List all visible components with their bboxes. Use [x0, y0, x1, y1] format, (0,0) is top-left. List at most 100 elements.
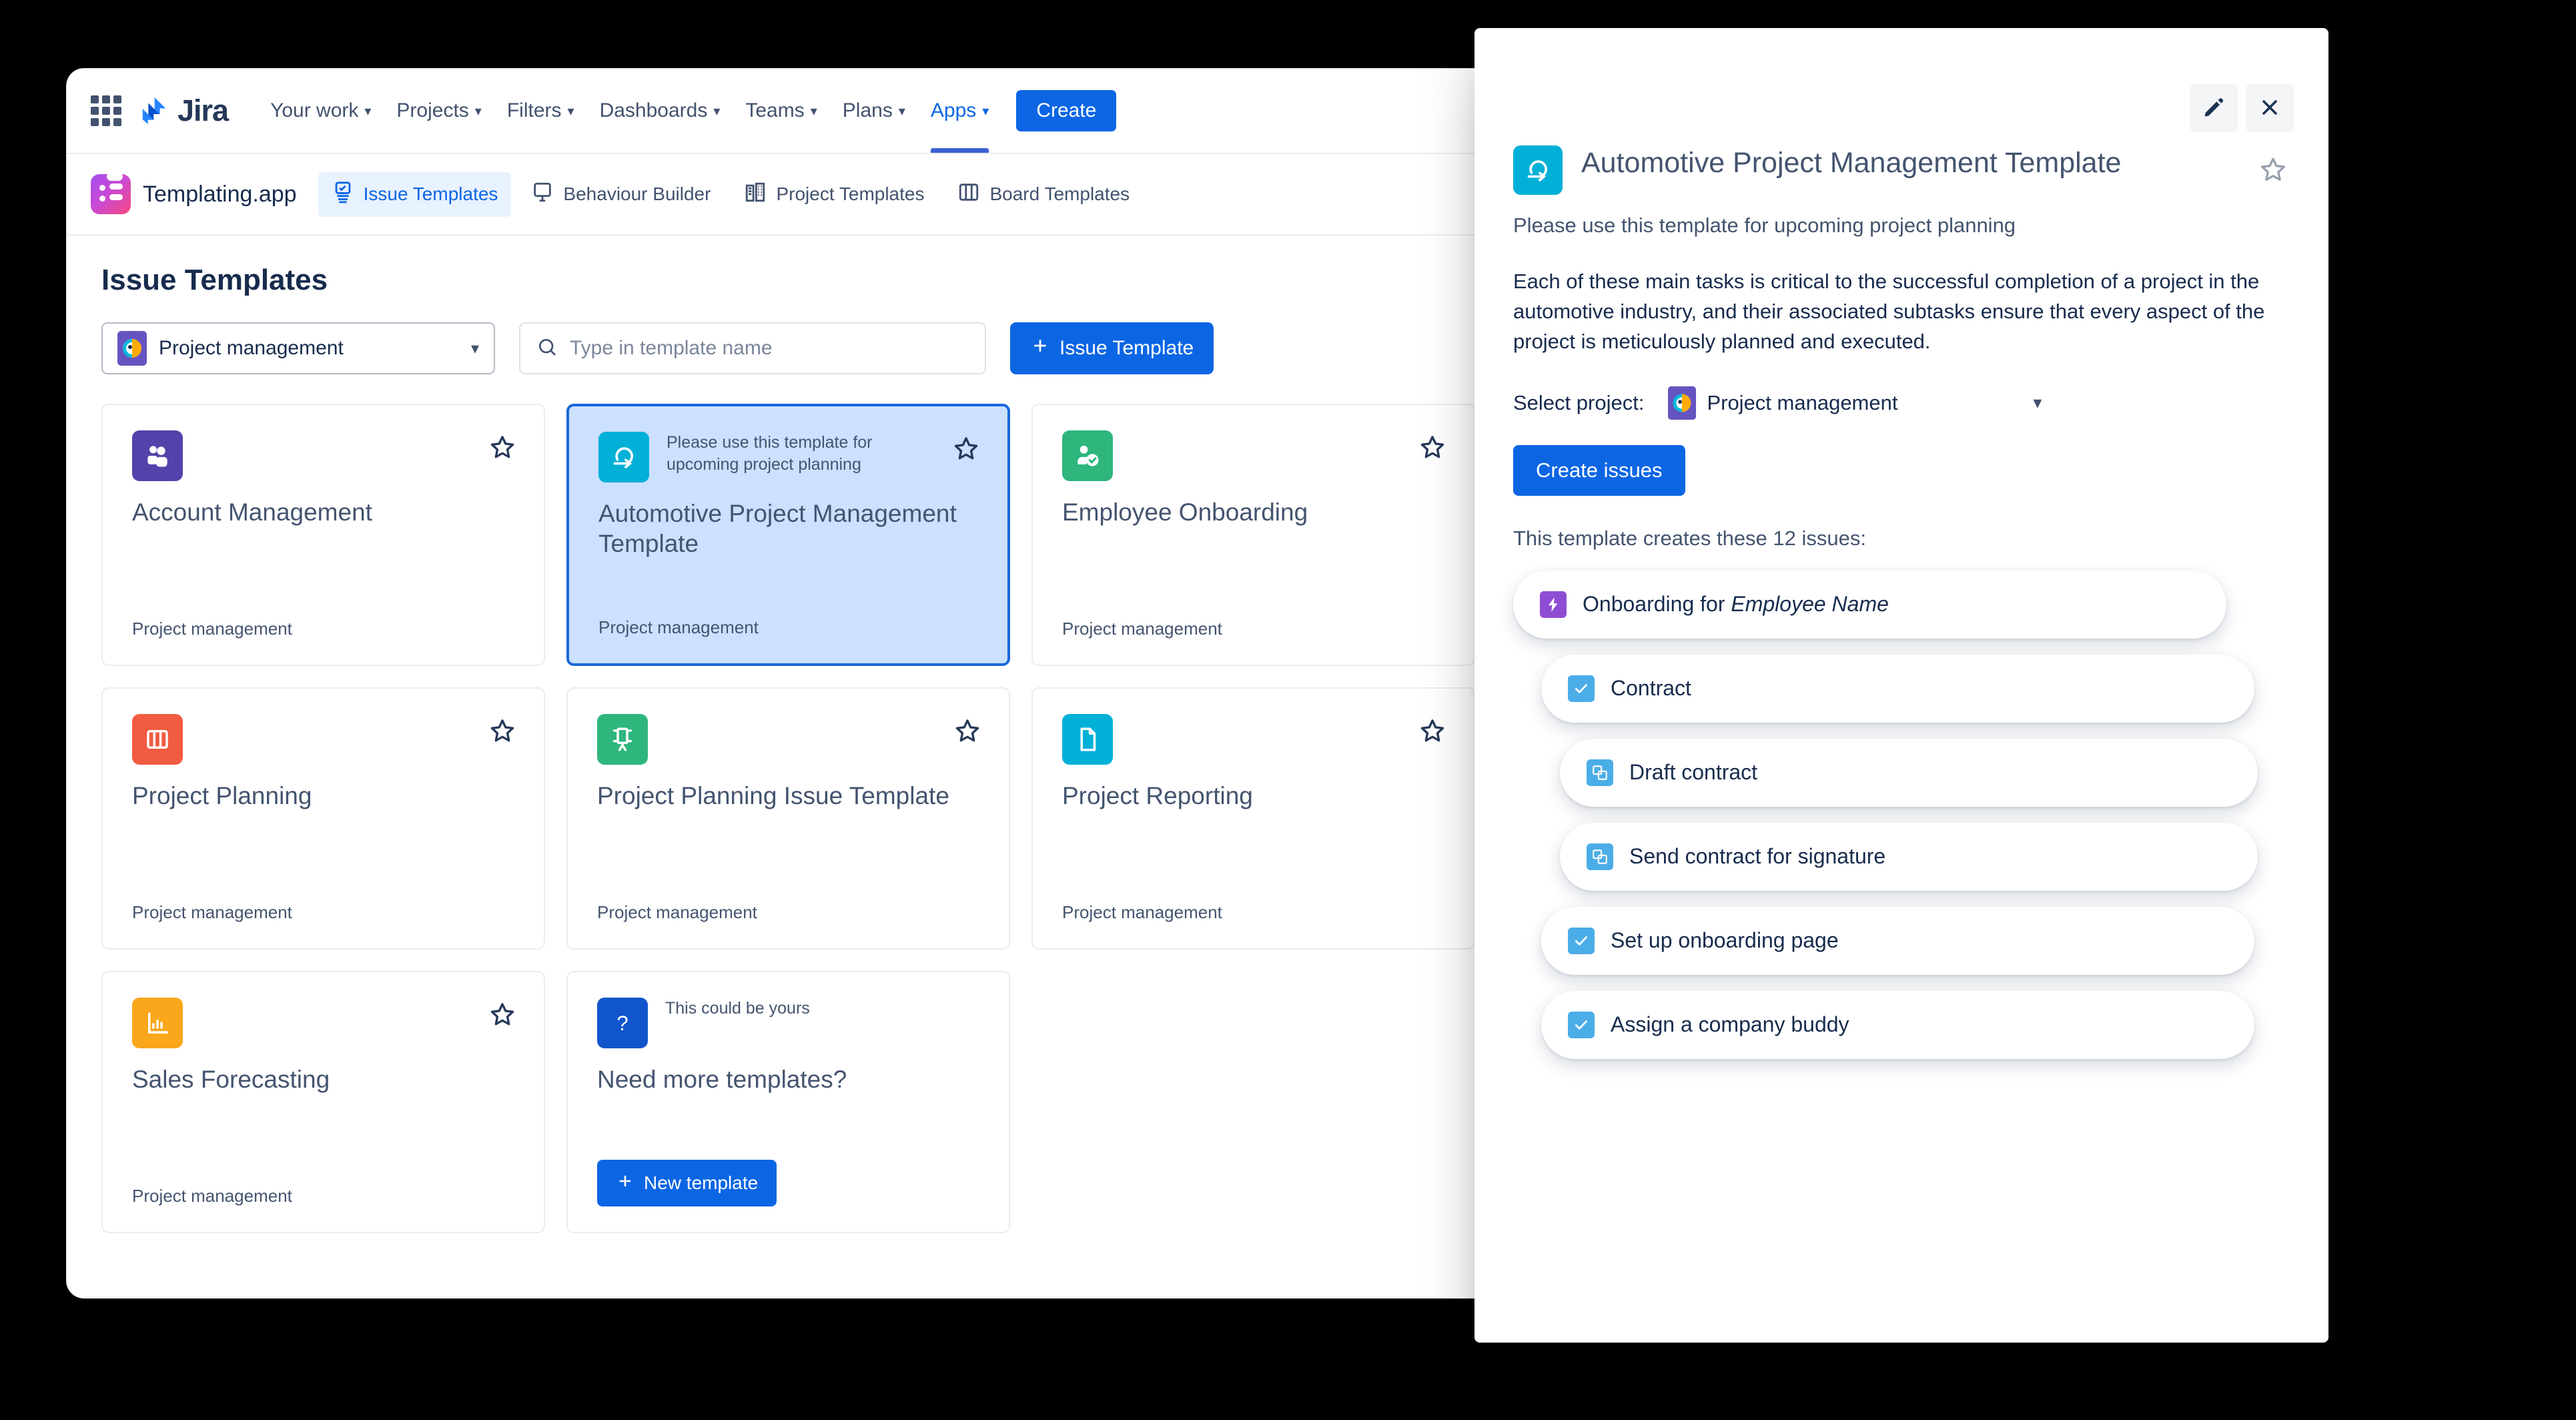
app-tab-bar: Templating.app Issue Templates Behaviour… — [67, 154, 1548, 236]
browser-window: Jira Your work ▾ Projects ▾ Filters ▾ Da… — [67, 69, 1548, 1298]
panel-note: Please use this template for upcoming pr… — [1513, 214, 2016, 237]
chevron-down-icon: ▾ — [567, 103, 574, 119]
template-card-automotive-project-management[interactable]: Please use this template for upcoming pr… — [566, 404, 1010, 666]
card-title: Sales Forecasting — [132, 1066, 330, 1093]
card-subtitle: Project management — [597, 902, 757, 922]
issue-label: Draft contract — [1629, 760, 1758, 785]
new-template-button[interactable]: New template — [597, 1160, 777, 1206]
template-card-project-reporting[interactable]: Project Reporting Project management — [1031, 687, 1475, 950]
issue-list-item-subtask[interactable]: Send contract for signature — [1560, 822, 2258, 891]
star-outline-icon[interactable] — [1418, 433, 1447, 466]
panel-title: Automotive Project Management Template — [1581, 147, 2122, 179]
template-card-project-planning-issue-template[interactable]: Project Planning Issue Template Project … — [566, 687, 1010, 950]
app-brand-name: Templating.app — [143, 181, 297, 207]
card-subtitle: Project management — [598, 617, 759, 637]
filter-row: Project management ▾ Issue Templa — [101, 322, 1513, 374]
nav-item-projects[interactable]: Projects ▾ — [384, 69, 494, 153]
project-filter-select[interactable]: Project management ▾ — [101, 322, 495, 374]
template-card-project-planning[interactable]: Project Planning Project management — [101, 687, 545, 950]
chevron-down-icon: ▾ — [713, 103, 721, 119]
nav-item-your-work[interactable]: Your work ▾ — [258, 69, 384, 153]
search-box[interactable] — [519, 322, 986, 374]
chevron-down-icon: ▾ — [2033, 392, 2042, 413]
add-issue-template-button[interactable]: Issue Template — [1010, 322, 1214, 374]
epic-bolt-icon — [1540, 591, 1567, 618]
tab-label: Behaviour Builder — [563, 184, 711, 204]
template-card-sales-forecasting[interactable]: Sales Forecasting Project management — [101, 971, 545, 1233]
template-card-account-management[interactable]: Account Management Project management — [101, 404, 545, 666]
app-switcher-icon[interactable] — [91, 95, 121, 126]
project-filter-value: Project management — [159, 337, 344, 359]
jira-mark-icon — [139, 95, 169, 126]
issue-label: Onboarding for Employee Name — [1583, 592, 1889, 617]
edit-template-button[interactable] — [2190, 84, 2238, 132]
nav-item-plans[interactable]: Plans ▾ — [830, 69, 918, 153]
issues-count-text: This template creates these 12 issues: — [1513, 526, 1866, 550]
issue-list-item-task[interactable]: Contract — [1541, 654, 2255, 723]
issue-label: Assign a company buddy — [1611, 1012, 1849, 1037]
nav-item-filters[interactable]: Filters ▾ — [494, 69, 587, 153]
nav-item-dashboards[interactable]: Dashboards ▾ — [587, 69, 733, 153]
issue-list-item-task[interactable]: Assign a company buddy — [1541, 990, 2255, 1059]
card-subtitle: Project management — [132, 619, 292, 639]
project-avatar-icon — [1668, 386, 1697, 420]
chevron-down-icon: ▾ — [470, 339, 479, 358]
star-outline-icon[interactable] — [953, 717, 982, 749]
star-outline-icon[interactable] — [2258, 155, 2288, 189]
template-detail-panel: Automotive Project Management Template P… — [1474, 28, 2328, 1343]
card-title: Account Management — [132, 498, 372, 526]
issue-preview-list: Onboarding for Employee Name Contract Dr… — [1513, 570, 2288, 1059]
star-outline-icon[interactable] — [1418, 717, 1447, 749]
plus-icon — [1030, 336, 1050, 361]
nav-item-teams[interactable]: Teams ▾ — [733, 69, 829, 153]
close-panel-button[interactable] — [2246, 84, 2294, 132]
templating-app-brand[interactable]: Templating.app — [91, 174, 297, 214]
search-icon — [536, 336, 558, 361]
jira-nav-items: Your work ▾ Projects ▾ Filters ▾ Dashboa… — [258, 69, 1001, 153]
add-issue-template-label: Issue Template — [1059, 337, 1194, 359]
panel-action-buttons — [2190, 84, 2294, 132]
star-outline-icon[interactable] — [951, 434, 981, 467]
chevron-down-icon: ▾ — [364, 103, 372, 119]
chevron-down-icon: ▾ — [898, 103, 905, 119]
star-outline-icon[interactable] — [488, 1000, 517, 1033]
tab-issue-templates[interactable]: Issue Templates — [318, 171, 512, 217]
star-outline-icon[interactable] — [488, 433, 517, 466]
issue-list-item-epic[interactable]: Onboarding for Employee Name — [1513, 570, 2227, 639]
nav-label: Filters — [506, 99, 562, 121]
bar-chart-icon — [132, 998, 183, 1048]
person-check-icon — [1062, 430, 1113, 481]
jira-wordmark: Jira — [177, 93, 229, 127]
promo-title: Need more templates? — [597, 1066, 847, 1093]
chevron-down-icon: ▾ — [474, 103, 482, 119]
promo-card-need-more-templates[interactable]: ? This could be yours Need more template… — [566, 971, 1010, 1233]
card-subtitle: Project management — [1062, 902, 1222, 922]
svg-text:?: ? — [616, 1012, 628, 1035]
people-icon — [132, 430, 183, 481]
issue-label: Contract — [1611, 676, 1691, 701]
card-header: Please use this template for upcoming pr… — [598, 432, 978, 482]
agile-loop-icon — [1513, 145, 1563, 195]
project-templates-icon — [744, 181, 767, 208]
create-button[interactable]: Create — [1016, 90, 1117, 131]
nav-item-apps[interactable]: Apps ▾ — [918, 69, 1001, 153]
create-issues-button[interactable]: Create issues — [1513, 444, 1685, 496]
tab-label: Project Templates — [776, 184, 925, 204]
star-outline-icon[interactable] — [488, 717, 517, 749]
tab-board-templates[interactable]: Board Templates — [944, 172, 1143, 217]
issue-list-item-task[interactable]: Set up onboarding page — [1541, 906, 2255, 975]
panel-project-select[interactable]: Project management ▾ — [1668, 386, 2042, 420]
search-input[interactable] — [570, 337, 969, 360]
screen-root: Jira Your work ▾ Projects ▾ Filters ▾ Da… — [0, 0, 2576, 1420]
jira-logo[interactable]: Jira — [139, 93, 229, 128]
template-card-employee-onboarding[interactable]: Employee Onboarding Project management — [1031, 404, 1475, 666]
chevron-down-icon: ▾ — [810, 103, 817, 119]
panel-header: Automotive Project Management Template — [1513, 145, 2288, 195]
nav-label: Projects — [396, 99, 469, 121]
tab-project-templates[interactable]: Project Templates — [731, 172, 937, 217]
nav-label: Plans — [842, 99, 893, 121]
nav-label: Your work — [270, 99, 359, 121]
issue-list-item-subtask[interactable]: Draft contract — [1560, 738, 2258, 807]
tab-behaviour-builder[interactable]: Behaviour Builder — [518, 172, 724, 217]
document-icon — [1062, 714, 1113, 765]
